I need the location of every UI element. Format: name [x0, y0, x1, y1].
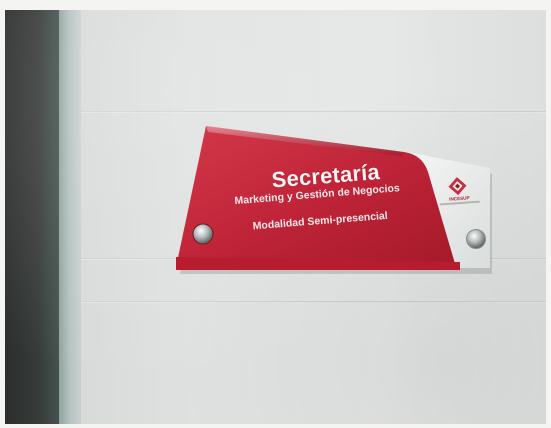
dark-doorframe-strip [5, 10, 59, 424]
metal-post [59, 10, 81, 424]
wall-panel-seam [81, 301, 546, 303]
institution-logo: INCESUP [436, 174, 484, 211]
photo: Secretaría Marketing y Gestión de Negoci… [0, 0, 551, 428]
left-screw-icon [192, 223, 214, 245]
institution-logo-icon [448, 177, 467, 196]
right-screw-icon [466, 229, 486, 249]
